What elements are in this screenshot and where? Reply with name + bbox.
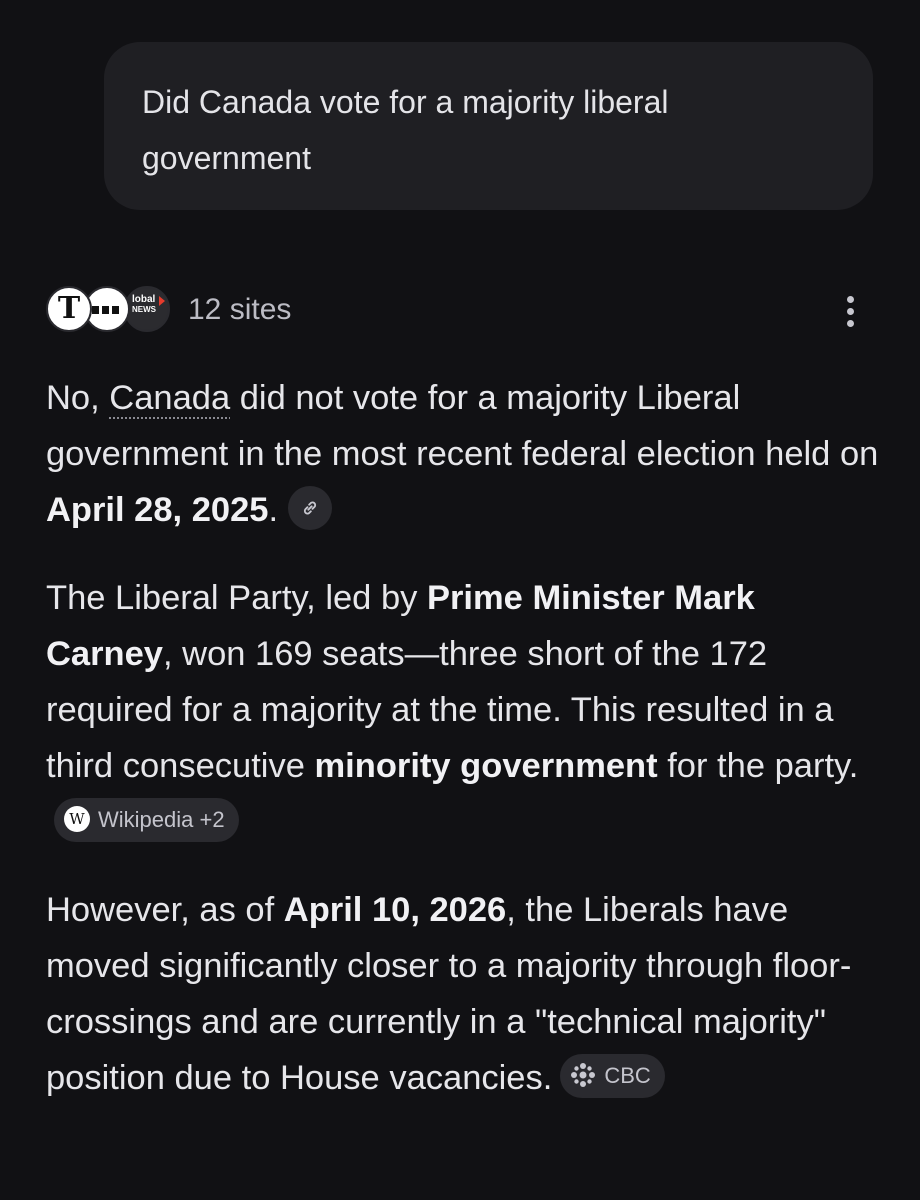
- sources-row[interactable]: T lobal NEWS 12 sites: [46, 286, 876, 338]
- answer-body: No, Canada did not vote for a majority L…: [46, 370, 886, 1138]
- wikipedia-citation-chip[interactable]: W Wikipedia +2: [54, 797, 239, 842]
- more-options-button[interactable]: [840, 292, 860, 332]
- cbc-citation-chip[interactable]: CBC: [560, 1053, 665, 1098]
- wikipedia-citation-label: Wikipedia +2: [98, 806, 225, 832]
- user-message-bubble: Did Canada vote for a majority liberal g…: [104, 42, 873, 210]
- nyt-logo-icon: T: [46, 286, 92, 332]
- cbc-gem-icon: [571, 1063, 596, 1088]
- source-link-button[interactable]: [288, 485, 333, 530]
- global-news-logo-icon: lobal NEWS: [124, 286, 170, 332]
- answer-paragraph-2: The Liberal Party, led by Prime Minister…: [46, 570, 886, 850]
- sites-count[interactable]: 12 sites: [188, 292, 291, 328]
- wikipedia-icon: W: [64, 806, 90, 833]
- canada-link[interactable]: Canada: [109, 379, 230, 417]
- user-message-text: Did Canada vote for a majority liberal g…: [142, 84, 669, 176]
- link-icon: [304, 501, 317, 515]
- answer-paragraph-3: However, as of April 10, 2026, the Liber…: [46, 891, 852, 1098]
- answer-paragraph-1: No, Canada did not vote for a majority L…: [46, 379, 879, 530]
- cbc-citation-label: CBC: [604, 1062, 651, 1088]
